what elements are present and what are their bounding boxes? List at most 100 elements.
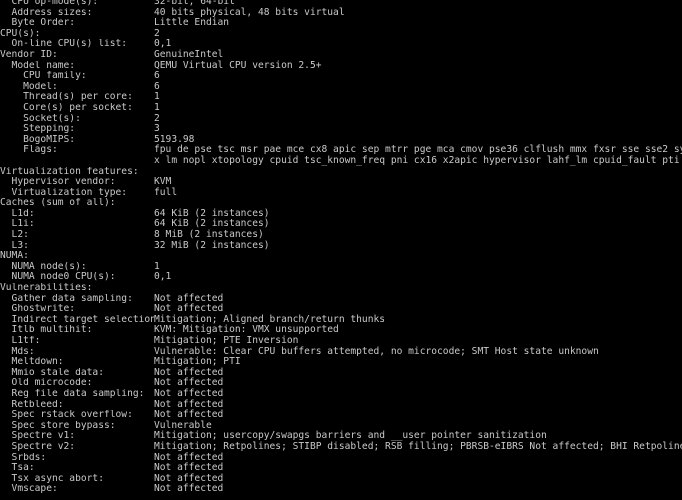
line-key: On-line CPU(s) list: xyxy=(0,39,128,50)
line-key: Vendor ID: xyxy=(0,49,58,60)
line-key: CPU family: xyxy=(0,71,87,82)
line-value: Mitigation; PTE Inversion xyxy=(154,335,299,346)
line-key: Tsx async abort: xyxy=(0,473,104,484)
terminal-line: Hypervisor vendor: KVM xyxy=(0,176,682,188)
terminal-line: Vmscape: Not affected xyxy=(0,484,682,495)
line-key: Caches (sum of all): xyxy=(0,198,116,209)
terminal-line: Reg file data sampling: Not affected xyxy=(0,387,682,400)
line-key: Hypervisor vendor: xyxy=(0,177,116,188)
line-key: Mmio stale data: xyxy=(0,367,104,378)
terminal-line: On-line CPU(s) list: 0,1 xyxy=(0,39,682,50)
line-value: QEMU Virtual CPU version 2.5+ xyxy=(154,59,322,71)
terminal-line: Socket(s): 2 xyxy=(0,113,682,125)
terminal-line: L1i: 64 KiB (2 instances) xyxy=(0,219,682,230)
line-key: Vmscape: xyxy=(0,484,58,495)
line-key: Stepping: xyxy=(0,124,76,135)
line-key: Reg file data sampling: xyxy=(0,388,145,399)
line-key: Virtualization features: xyxy=(0,166,139,177)
line-key: CPU op-mode(s): xyxy=(0,0,99,7)
line-value: 32 MiB (2 instances) xyxy=(154,239,270,251)
terminal-line: Gather data sampling: Not affected xyxy=(0,293,682,305)
terminal-line: L1tf: Mitigation; PTE Inversion xyxy=(0,335,682,347)
terminal-line: NUMA node(s): 1 xyxy=(0,261,682,273)
line-key: Tsa: xyxy=(0,463,35,474)
terminal-line: Spectre v2: Mitigation; Retpolines; STIBP… xyxy=(0,440,682,453)
line-key: L1i: xyxy=(0,219,35,230)
terminal-line: Model name: QEMU Virtual CPU version 2.5+ xyxy=(0,59,682,72)
line-key: Spec store bypass: xyxy=(0,420,116,431)
line-key: Spectre v1: xyxy=(0,431,76,442)
terminal-line: L1d: 64 KiB (2 instances) xyxy=(0,208,682,220)
line-key: Spec rstack overflow: xyxy=(0,410,133,421)
line-key: Ghostwrite: xyxy=(0,304,76,315)
line-value: full xyxy=(154,186,178,198)
terminal-output: CPU op-mode(s): 32-bit, 64-bit Address si… xyxy=(0,0,682,500)
line-key: Socket(s): xyxy=(0,113,81,124)
line-key: Address sizes: xyxy=(0,7,93,18)
line-key: Srbds: xyxy=(0,452,47,463)
terminal-line: Mds: Vulnerable: Clear CPU buffers attemp… xyxy=(0,346,682,358)
terminal-line-continuation: x lm nopl xtopology cpuid tsc_known_freq… xyxy=(0,154,682,167)
line-key: L3: xyxy=(0,240,29,251)
terminal-line: Old microcode: Not affected xyxy=(0,378,682,389)
line-value: 1 xyxy=(154,101,160,113)
line-key: Indirect target selection: xyxy=(0,314,154,325)
line-key: Byte Order: xyxy=(0,18,76,29)
line-key: Spectre v2: xyxy=(0,441,76,452)
line-key: NUMA node0 CPU(s): xyxy=(0,272,116,283)
terminal-line: Byte Order: Little Endian xyxy=(0,18,682,29)
line-key: Itlb multihit: xyxy=(0,325,93,336)
line-value: GenuineIntel xyxy=(154,48,224,60)
terminal-line: Indirect target selection: Mitigation; Al… xyxy=(0,314,682,326)
terminal-line: Meltdown: Mitigation; PTI xyxy=(0,357,682,368)
line-key: L1d: xyxy=(0,208,35,219)
terminal-line: Thread(s) per core: 1 xyxy=(0,92,682,103)
terminal-line: Vendor ID: GenuineIntel xyxy=(0,48,682,61)
line-value: x lm nopl xtopology cpuid tsc_known_freq… xyxy=(154,154,680,166)
terminal-line: Virtualization features: xyxy=(0,167,682,178)
line-key: Retbleed: xyxy=(0,399,64,410)
terminal-line: Itlb multihit: KVM: Mitigation: VMX unsup… xyxy=(0,325,682,336)
terminal-line: Srbds: Not affected xyxy=(0,452,682,464)
terminal-line: CPU family: 6 xyxy=(0,71,682,82)
line-key: NUMA node(s): xyxy=(0,261,87,272)
terminal-line: Core(s) per socket: 1 xyxy=(0,101,682,114)
line-key: Gather data sampling: xyxy=(0,293,133,304)
line-key: Vulnerabilities: xyxy=(0,283,93,294)
terminal-line: Mmio stale data: Not affected xyxy=(0,367,682,379)
terminal-line: Retbleed: Not affected xyxy=(0,399,682,411)
terminal-line: Spec rstack overflow: Not affected xyxy=(0,410,682,421)
line-key: Meltdown: xyxy=(0,357,64,368)
line-key: Model: xyxy=(0,81,58,92)
terminal-line: Address sizes: 40 bits physical, 48 bits … xyxy=(0,7,682,19)
terminal-line: Model: 6 xyxy=(0,81,682,93)
terminal-line: CPU(s): 2 xyxy=(0,28,682,40)
line-key: Core(s) per socket: xyxy=(0,102,133,113)
terminal-line: Caches (sum of all): xyxy=(0,198,682,209)
terminal-line: Virtualization type: full xyxy=(0,186,682,199)
line-value: Mitigation; Retpolines; STIBP disabled; … xyxy=(154,440,682,452)
terminal-line: L3: 32 MiB (2 instances) xyxy=(0,239,682,252)
terminal-line: Tsa: Not affected xyxy=(0,463,682,474)
line-key: BogoMIPS: xyxy=(0,134,76,145)
line-key: Thread(s) per core: xyxy=(0,92,133,103)
line-value: Little Endian xyxy=(154,17,230,29)
terminal-line: NUMA: xyxy=(0,251,682,262)
line-key: L2: xyxy=(0,230,29,241)
line-key: CPU(s): xyxy=(0,28,41,39)
line-key: Model name: xyxy=(0,60,76,71)
line-value: Not affected xyxy=(154,483,224,495)
line-key: Virtualization type: xyxy=(0,187,128,198)
line-key: Old microcode: xyxy=(0,378,93,389)
line-key: NUMA: xyxy=(0,251,29,262)
line-key: L1tf: xyxy=(0,336,41,346)
line-value: 0,1 xyxy=(154,271,172,283)
terminal-line: Tsx async abort: Not affected xyxy=(0,473,682,485)
line-key: Flags: xyxy=(0,145,58,156)
line-key: Mds: xyxy=(0,346,35,357)
line-value: Not affected xyxy=(154,387,224,399)
terminal-line: NUMA node0 CPU(s): 0,1 xyxy=(0,272,682,283)
terminal-line: L2: 8 MiB (2 instances) xyxy=(0,229,682,241)
terminal-line: Stepping: 3 xyxy=(0,124,682,135)
terminal-line: Vulnerabilities: xyxy=(0,283,682,294)
